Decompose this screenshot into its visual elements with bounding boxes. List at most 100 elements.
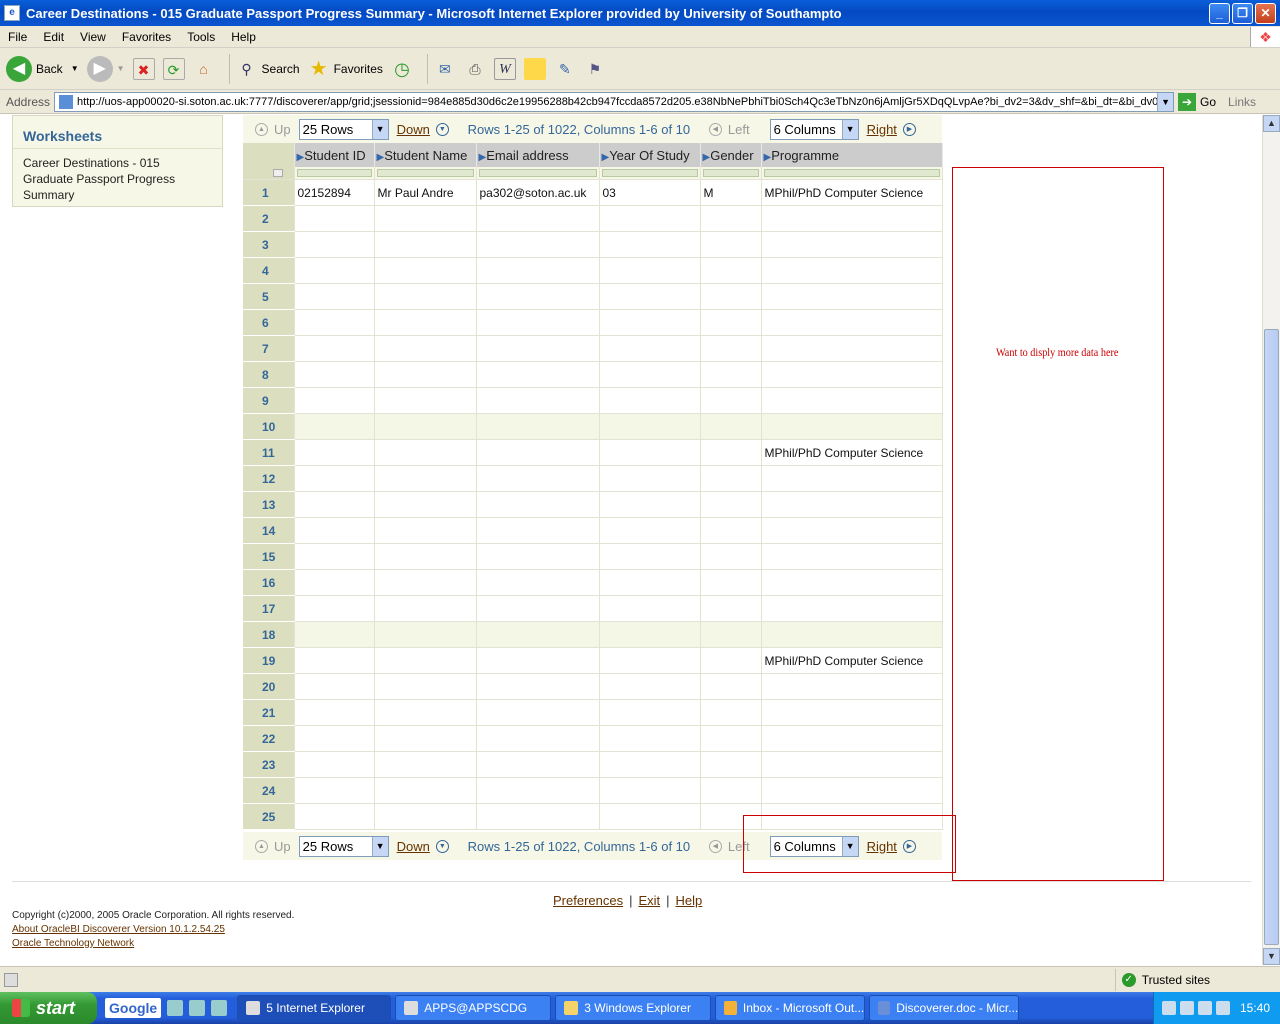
table-cell[interactable] — [599, 699, 701, 726]
task-word[interactable]: Discoverer.doc - Micr... — [869, 995, 1020, 1021]
table-cell[interactable] — [294, 569, 375, 596]
row-number[interactable]: 3 — [243, 231, 295, 258]
table-cell[interactable] — [476, 725, 600, 752]
table-cell[interactable] — [374, 569, 477, 596]
table-cell[interactable] — [761, 491, 943, 518]
table-cell[interactable]: 02152894 — [294, 179, 375, 206]
menu-file[interactable]: File — [0, 30, 35, 44]
table-cell[interactable] — [476, 673, 600, 700]
table-cell[interactable] — [374, 803, 477, 830]
forward-button[interactable]: ▶ ▼ — [86, 55, 125, 82]
refresh-icon[interactable]: ⟳ — [162, 57, 185, 80]
table-cell[interactable] — [476, 543, 600, 570]
table-cell[interactable]: 03 — [599, 179, 701, 206]
table-cell[interactable] — [294, 387, 375, 414]
menu-help[interactable]: Help — [223, 30, 264, 44]
row-number[interactable]: 1 — [243, 179, 295, 206]
task-outlook[interactable]: Inbox - Microsoft Out... — [715, 995, 866, 1021]
table-cell[interactable] — [476, 413, 600, 440]
links-button[interactable]: Links — [1228, 95, 1256, 109]
down-link[interactable]: Down — [397, 839, 430, 854]
table-cell[interactable] — [599, 309, 701, 336]
scroll-thumb[interactable] — [1264, 329, 1279, 945]
table-cell[interactable] — [599, 387, 701, 414]
right-arrow-icon[interactable]: ▶ — [902, 122, 916, 136]
table-cell[interactable] — [294, 283, 375, 310]
research-icon[interactable]: ⚑ — [584, 58, 606, 80]
outlook-quicklaunch-icon[interactable] — [189, 1000, 206, 1016]
table-cell[interactable] — [599, 439, 701, 466]
table-cell[interactable] — [294, 699, 375, 726]
table-cell[interactable] — [476, 595, 600, 622]
tray-volume-icon[interactable] — [1197, 1001, 1212, 1015]
table-cell[interactable] — [599, 361, 701, 388]
column-header-email[interactable]: ▶Email address — [476, 143, 600, 167]
table-cell[interactable] — [476, 621, 600, 648]
table-cell[interactable] — [761, 673, 943, 700]
table-cell[interactable] — [599, 569, 701, 596]
table-cell[interactable] — [761, 569, 943, 596]
table-cell[interactable] — [700, 595, 762, 622]
table-cell[interactable] — [599, 257, 701, 284]
app-quicklaunch-icon[interactable] — [211, 1000, 228, 1016]
address-url[interactable]: http://uos-app00020-si.soton.ac.uk:7777/… — [77, 96, 1157, 108]
security-zone[interactable]: ✓ Trusted sites — [1114, 968, 1280, 991]
back-button[interactable]: ◀ Back ▼ — [6, 55, 79, 82]
up-button[interactable]: ▲ Up — [243, 839, 291, 854]
row-number[interactable]: 23 — [243, 751, 295, 778]
table-cell[interactable] — [700, 361, 762, 388]
table-cell[interactable] — [374, 231, 477, 258]
table-cell[interactable] — [599, 205, 701, 232]
ie-quicklaunch-icon[interactable] — [167, 1000, 184, 1016]
go-button[interactable]: ➔ Go — [1178, 92, 1216, 111]
restore-button[interactable]: ❐ — [1232, 2, 1253, 24]
table-cell[interactable] — [599, 231, 701, 258]
table-cell[interactable] — [294, 647, 375, 674]
row-number[interactable]: 10 — [243, 413, 295, 440]
row-number[interactable]: 15 — [243, 543, 295, 570]
table-cell[interactable] — [761, 595, 943, 622]
tray-expand-icon[interactable] — [1161, 1001, 1176, 1015]
table-cell[interactable] — [700, 751, 762, 778]
table-cell[interactable] — [294, 465, 375, 492]
help-link[interactable]: Help — [676, 893, 703, 908]
table-cell[interactable] — [700, 569, 762, 596]
column-filter-bar[interactable] — [763, 169, 940, 177]
right-link[interactable]: Right — [867, 122, 897, 137]
left-button[interactable]: ◀ Left — [708, 122, 750, 137]
preferences-link[interactable]: Preferences — [553, 893, 623, 908]
ie-app-icon[interactable]: e — [4, 5, 20, 21]
table-cell[interactable] — [700, 205, 762, 232]
column-header-gender[interactable]: ▶Gender — [700, 143, 762, 167]
row-number[interactable]: 7 — [243, 335, 295, 362]
row-number[interactable]: 13 — [243, 491, 295, 518]
table-cell[interactable] — [294, 621, 375, 648]
row-number[interactable]: 14 — [243, 517, 295, 544]
table-cell[interactable] — [761, 751, 943, 778]
table-cell[interactable] — [761, 335, 943, 362]
table-cell[interactable] — [761, 205, 943, 232]
address-dropdown-icon[interactable]: ▼ — [1157, 92, 1174, 111]
stop-icon[interactable]: ✖ — [132, 57, 155, 80]
row-number[interactable]: 18 — [243, 621, 295, 648]
tray-app-icon[interactable] — [1179, 1001, 1194, 1015]
table-cell[interactable] — [761, 777, 943, 804]
table-cell[interactable] — [599, 725, 701, 752]
table-cell[interactable] — [374, 543, 477, 570]
table-cell[interactable] — [374, 517, 477, 544]
table-cell[interactable] — [599, 777, 701, 804]
table-cell[interactable] — [476, 309, 600, 336]
table-cell[interactable] — [294, 257, 375, 284]
row-number[interactable]: 19 — [243, 647, 295, 674]
table-cell[interactable] — [476, 751, 600, 778]
table-cell[interactable] — [294, 543, 375, 570]
table-cell[interactable] — [294, 231, 375, 258]
columns-select[interactable]: 6 Columns ▼ — [769, 118, 859, 140]
table-cell[interactable] — [599, 517, 701, 544]
menu-view[interactable]: View — [72, 30, 114, 44]
menu-tools[interactable]: Tools — [179, 30, 223, 44]
table-cell[interactable] — [374, 309, 477, 336]
task-windows-explorer[interactable]: 3 Windows Explorer — [555, 995, 712, 1021]
table-cell[interactable] — [761, 543, 943, 570]
row-number[interactable]: 21 — [243, 699, 295, 726]
